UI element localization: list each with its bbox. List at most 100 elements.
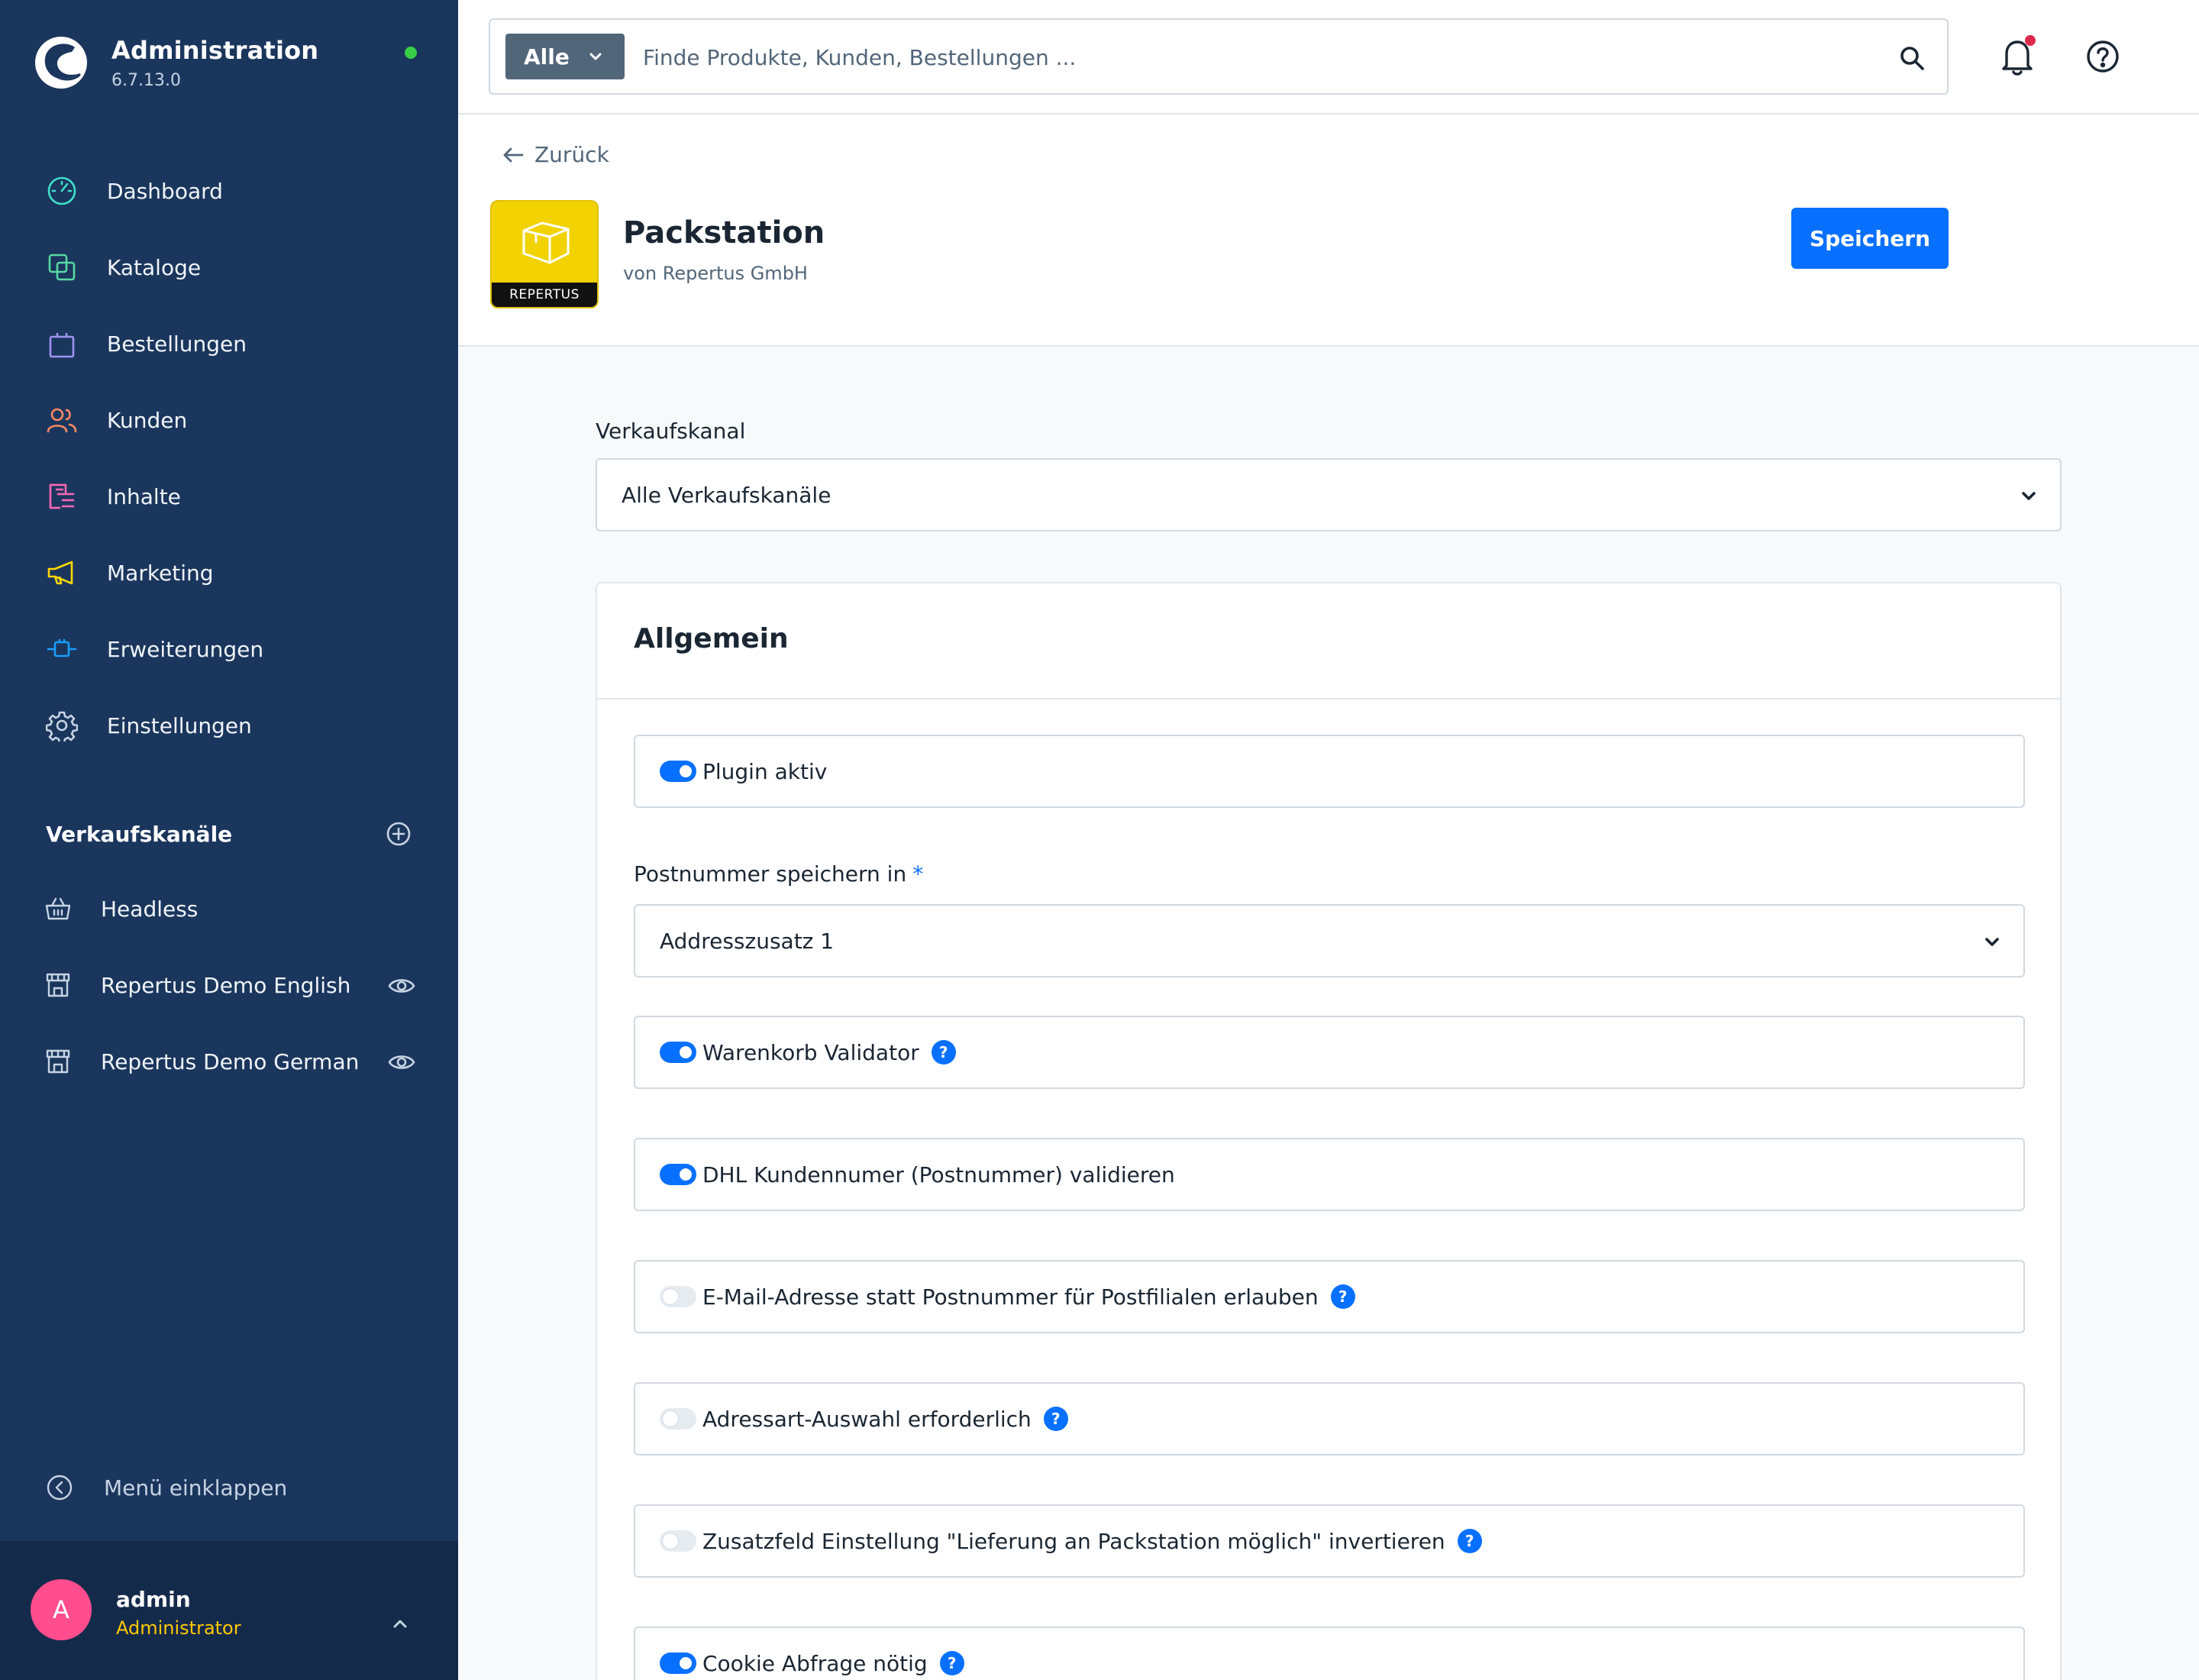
switch-label: Warenkorb Validator (702, 1039, 919, 1065)
toggle-switch[interactable] (660, 1408, 696, 1430)
switch-plugin-active[interactable]: Plugin aktiv (634, 735, 2025, 808)
chevron-down-icon (589, 53, 602, 60)
toggle-switch[interactable] (660, 1042, 696, 1063)
gauge-icon (47, 176, 76, 205)
card-divider (597, 698, 2060, 699)
help-tooltip-icon[interactable]: ? (1043, 1407, 1068, 1431)
basket-icon (45, 897, 71, 920)
toggle-switch[interactable] (660, 1530, 696, 1552)
switch-email-instead-postnumber[interactable]: E-Mail-Adresse statt Postnummer für Post… (634, 1260, 2025, 1333)
help-tooltip-icon[interactable]: ? (1457, 1529, 1482, 1553)
help-tooltip-icon[interactable]: ? (931, 1040, 956, 1065)
app-title: Administration (111, 35, 319, 65)
nav-label: Inhalte (107, 483, 181, 509)
postnumber-select[interactable]: Addresszusatz 1 (634, 904, 2025, 977)
plugin-logo-text: REPERTUS (492, 283, 597, 307)
notification-badge (2025, 35, 2036, 46)
required-mark: * (912, 861, 924, 887)
arrow-left-icon (503, 147, 524, 162)
users-icon (47, 408, 77, 433)
help-tooltip-icon[interactable]: ? (939, 1651, 964, 1675)
nav-item-bestellungen[interactable]: Bestellungen (0, 305, 458, 382)
switch-invert-packstation-field[interactable]: Zusatzfeld Einstellung "Lieferung an Pac… (634, 1504, 2025, 1578)
top-bar: Alle (458, 0, 2199, 115)
eye-icon[interactable] (388, 1048, 415, 1076)
switch-label: E-Mail-Adresse statt Postnummer für Post… (702, 1284, 1319, 1310)
switch-label: Zusatzfeld Einstellung "Lieferung an Pac… (702, 1528, 1445, 1554)
nav-label: Einstellungen (107, 712, 252, 738)
nav-label: Erweiterungen (107, 636, 264, 662)
avatar: A (31, 1579, 92, 1640)
toggle-switch[interactable] (660, 761, 696, 782)
switch-label: Cookie Abfrage nötig (702, 1650, 928, 1676)
switch-label: DHL Kundennumer (Postnummer) validieren (702, 1161, 1175, 1187)
toggle-switch[interactable] (660, 1653, 696, 1674)
nav-item-einstellungen[interactable]: Einstellungen (0, 687, 458, 764)
back-link[interactable]: Zurück (502, 142, 609, 167)
switch-label: Adressart-Auswahl erforderlich (702, 1406, 1032, 1432)
sales-channel-label: Headless (101, 896, 199, 922)
nav-label: Marketing (107, 560, 214, 586)
switch-label: Plugin aktiv (702, 758, 828, 784)
postnumber-select-value: Addresszusatz 1 (660, 928, 835, 954)
nav-label: Dashboard (107, 178, 223, 204)
sales-channel-label: Repertus Demo German (101, 1048, 360, 1074)
switch-address-type-required[interactable]: Adressart-Auswahl erforderlich ? (634, 1382, 2025, 1455)
sales-channels-header: Verkaufskanäle (46, 820, 412, 848)
sales-channel-field-label: Verkaufskanal (596, 418, 746, 444)
settings-card-general: Allgemein Plugin aktiv Postnummer speich… (596, 582, 2062, 1680)
collapse-menu-button[interactable]: Menü einklappen (46, 1474, 287, 1501)
save-button[interactable]: Speichern (1791, 208, 1949, 269)
switch-dhl-validate[interactable]: DHL Kundennumer (Postnummer) validieren (634, 1138, 2025, 1211)
sales-channel-headless[interactable]: Headless (0, 871, 458, 947)
sales-channel-select[interactable]: Alle Verkaufskanäle (596, 458, 2062, 531)
megaphone-icon (47, 561, 73, 585)
switch-cookie-required[interactable]: Cookie Abfrage nötig ? (634, 1627, 2025, 1680)
postnumber-field-label: Postnummer speichern in * (634, 861, 923, 887)
user-name: admin (116, 1587, 191, 1612)
help-tooltip-icon[interactable]: ? (1330, 1284, 1355, 1309)
content-icon (49, 483, 75, 509)
sales-channel-repertus-demo-english[interactable]: Repertus Demo English (0, 947, 458, 1023)
page-header: Zurück REPERTUS Packstation von Repertus… (458, 115, 2199, 347)
help-icon[interactable] (2084, 38, 2121, 75)
add-circle-icon[interactable] (385, 820, 412, 848)
catalog-icon (48, 254, 76, 281)
nav-item-dashboard[interactable]: Dashboard (0, 153, 458, 229)
search-icon[interactable] (1897, 43, 1927, 73)
eye-icon[interactable] (388, 972, 415, 1000)
sidebar: Administration 6.7.13.0 Dashboard Katalo… (0, 0, 458, 1680)
storefront-icon (46, 973, 70, 997)
main-content: Verkaufskanal Alle Verkaufskanäle Allgem… (458, 348, 2199, 1680)
plugin-logo: REPERTUS (490, 200, 599, 309)
app-version: 6.7.13.0 (111, 70, 181, 90)
chevron-up-icon[interactable] (388, 1611, 412, 1636)
sales-channels-title: Verkaufskanäle (46, 821, 233, 847)
postnumber-label-text: Postnummer speichern in (634, 861, 907, 887)
main-nav: Dashboard Kataloge Bestellungen Kunden I… (0, 153, 458, 764)
page-title: Packstation (623, 215, 825, 250)
switch-cart-validator[interactable]: Warenkorb Validator ? (634, 1016, 2025, 1089)
nav-item-marketing[interactable]: Marketing (0, 535, 458, 611)
global-search: Alle (489, 18, 1949, 95)
toggle-switch[interactable] (660, 1286, 696, 1307)
package-icon (522, 221, 570, 264)
nav-item-kunden[interactable]: Kunden (0, 382, 458, 458)
search-type-select[interactable]: Alle (505, 34, 625, 79)
sales-channel-label: Repertus Demo English (101, 972, 351, 998)
card-title: Allgemein (634, 623, 789, 654)
brand[interactable]: Administration 6.7.13.0 (34, 35, 318, 90)
user-menu[interactable]: A admin Administrator (0, 1541, 458, 1680)
search-input[interactable] (643, 35, 1849, 79)
nav-item-kataloge[interactable]: Kataloge (0, 229, 458, 305)
chevron-down-icon (1985, 938, 1999, 946)
gear-icon (46, 711, 78, 741)
nav-item-erweiterungen[interactable]: Erweiterungen (0, 611, 458, 687)
sales-channel-repertus-demo-german[interactable]: Repertus Demo German (0, 1023, 458, 1100)
toggle-switch[interactable] (660, 1164, 696, 1185)
nav-item-inhalte[interactable]: Inhalte (0, 458, 458, 535)
plugin-vendor: von Repertus GmbH (623, 263, 808, 284)
status-indicator (405, 47, 417, 59)
user-role: Administrator (116, 1617, 241, 1639)
plug-icon (47, 638, 77, 657)
